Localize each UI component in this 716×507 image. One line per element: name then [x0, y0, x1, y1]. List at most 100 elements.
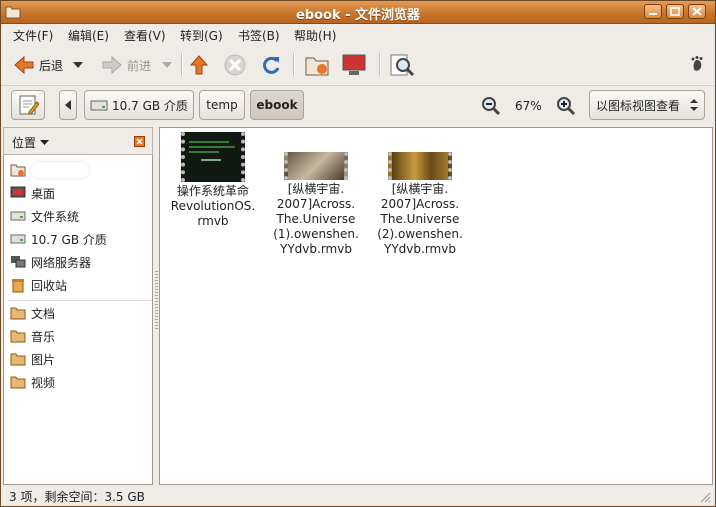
- filesystem-drive-icon: [10, 211, 26, 221]
- stop-icon: [224, 54, 246, 76]
- trash-icon: [12, 279, 24, 293]
- forward-label: 前进: [127, 58, 152, 73]
- file-name-line: 2007]Across.: [380, 197, 460, 211]
- search-button[interactable]: [389, 53, 415, 77]
- back-button[interactable]: 后退: [13, 53, 63, 77]
- reload-button[interactable]: [259, 53, 283, 77]
- chevron-down-icon: [73, 62, 83, 68]
- file-name-line: The.Universe: [380, 212, 460, 226]
- chevron-down-icon: [40, 140, 50, 145]
- drive-icon: [10, 234, 26, 244]
- back-arrow-icon: [14, 55, 34, 75]
- menu-bar: 文件(F) 编辑(E) 查看(V) 转到(G) 书签(B) 帮助(H): [1, 24, 715, 44]
- file-name-line: rmvb: [197, 214, 229, 228]
- zoom-out-icon: [482, 97, 501, 116]
- location-bar: 10.7 GB 介质 temp ebook 67% 以图标视图查看: [1, 86, 715, 126]
- toggle-location-entry-button[interactable]: [11, 90, 45, 120]
- home-button[interactable]: [304, 53, 330, 77]
- toolbar: 后退 前进: [1, 45, 715, 86]
- file-name-line: [纵横宇宙.: [287, 182, 345, 196]
- file-item[interactable]: [纵横宇宙. 2007]Across. The.Universe (2).owe…: [370, 152, 470, 257]
- sidebar-item-label: 音乐: [31, 329, 56, 344]
- file-name-line: YYdvb.rmvb: [280, 242, 352, 256]
- toolbar-separator: [181, 53, 183, 77]
- computer-button[interactable]: [341, 53, 367, 77]
- sidebar-item-label: 视频: [31, 375, 56, 390]
- up-arrow-icon: [189, 55, 209, 75]
- maximize-button[interactable]: [666, 4, 684, 19]
- menu-bookmarks[interactable]: 书签(B): [238, 27, 280, 44]
- sidebar-header: 位置: [3, 127, 153, 155]
- back-history-dropdown[interactable]: [73, 53, 83, 77]
- folder-icon: [10, 353, 26, 366]
- chevron-down-icon: [162, 62, 172, 68]
- sidebar-item-label: 回收站: [31, 278, 68, 293]
- crumb-drive-button[interactable]: 10.7 GB 介质: [84, 90, 194, 120]
- sidebar-item-music[interactable]: 音乐: [10, 326, 55, 346]
- sidebar-item-videos[interactable]: 视频: [10, 372, 55, 392]
- desktop-icon: [10, 186, 26, 198]
- video-thumbnail: [181, 132, 245, 182]
- status-text: 3 项，剩余空间：3.5 GB: [9, 490, 145, 504]
- menu-help[interactable]: 帮助(H): [294, 27, 336, 44]
- path-scroll-left-button[interactable]: [59, 90, 77, 120]
- title-bar[interactable]: ebook - 文件浏览器: [1, 1, 715, 24]
- sidebar-item-home[interactable]: [10, 160, 89, 180]
- file-name-line: (2).owenshen.: [377, 227, 463, 241]
- view-mode-select[interactable]: 以图标视图查看: [589, 90, 705, 120]
- up-button[interactable]: [189, 53, 209, 77]
- close-sidebar-button[interactable]: [134, 136, 145, 147]
- menu-edit[interactable]: 编辑(E): [68, 27, 109, 44]
- toolbar-separator: [379, 53, 381, 77]
- menu-file[interactable]: 文件(F): [13, 27, 53, 44]
- file-item[interactable]: [纵横宇宙. 2007]Across. The.Universe (1).owe…: [266, 152, 366, 257]
- sidebar-item-network[interactable]: 网络服务器: [10, 252, 91, 272]
- reload-icon: [263, 56, 280, 74]
- menu-view[interactable]: 查看(V): [124, 27, 166, 44]
- minimize-icon: [649, 13, 657, 15]
- view-mode-label: 以图标视图查看: [596, 98, 681, 113]
- computer-icon: [342, 54, 366, 75]
- updown-chevron-icon: [690, 99, 698, 111]
- zoom-level[interactable]: 67%: [515, 99, 542, 113]
- minimize-button[interactable]: [644, 4, 662, 19]
- sidebar-item-documents[interactable]: 文档: [10, 303, 55, 323]
- status-bar: 3 项，剩余空间：3.5 GB: [1, 486, 715, 506]
- sidebar-item-trash[interactable]: 回收站: [10, 275, 67, 295]
- file-browser-window: ebook - 文件浏览器 文件(F) 编辑(E) 查看(V) 转到(G) 书签…: [0, 0, 716, 507]
- places-dropdown[interactable]: 位置: [12, 134, 50, 151]
- forward-button[interactable]: 前进: [101, 53, 151, 77]
- search-icon: [390, 54, 415, 77]
- sidebar-item-label: 10.7 GB 介质: [31, 232, 107, 247]
- drive-icon: [90, 100, 108, 111]
- zoom-out-button[interactable]: [481, 96, 501, 119]
- sidebar-item-desktop[interactable]: 桌面: [10, 183, 55, 203]
- toolbar-separator: [293, 53, 295, 77]
- stop-button[interactable]: [223, 53, 247, 77]
- throbber: [689, 53, 705, 77]
- folder-icon: [10, 330, 26, 343]
- sidebar-item-label: 文件系统: [31, 209, 80, 224]
- crumb-temp-button[interactable]: temp: [199, 90, 245, 120]
- home-label-redacted: [31, 162, 89, 178]
- forward-history-dropdown[interactable]: [162, 53, 172, 77]
- sidebar-item-label: 桌面: [31, 186, 56, 201]
- pane-resize-handle[interactable]: [155, 271, 158, 331]
- resize-grip-icon[interactable]: [699, 491, 711, 503]
- sidebar-item-filesystem[interactable]: 文件系统: [10, 206, 79, 226]
- crumb-ebook-button[interactable]: ebook: [250, 90, 304, 120]
- video-thumbnail: [284, 152, 348, 180]
- folder-icon: [10, 376, 26, 389]
- file-name-line: The.Universe: [276, 212, 356, 226]
- zoom-in-button[interactable]: [556, 96, 576, 119]
- sidebar-item-media[interactable]: 10.7 GB 介质: [10, 229, 107, 249]
- sidebar-item-pictures[interactable]: 图片: [10, 349, 55, 369]
- menu-go[interactable]: 转到(G): [180, 27, 223, 44]
- edit-location-icon: [19, 95, 39, 115]
- file-item[interactable]: 操作系统革命 RevolutionOS. rmvb: [163, 132, 263, 229]
- sidebar-item-label: 文档: [31, 306, 56, 321]
- places-label: 位置: [12, 136, 37, 150]
- close-window-button[interactable]: [688, 4, 706, 19]
- file-name-line: RevolutionOS.: [170, 199, 256, 213]
- sidebar-item-label: 网络服务器: [31, 255, 92, 270]
